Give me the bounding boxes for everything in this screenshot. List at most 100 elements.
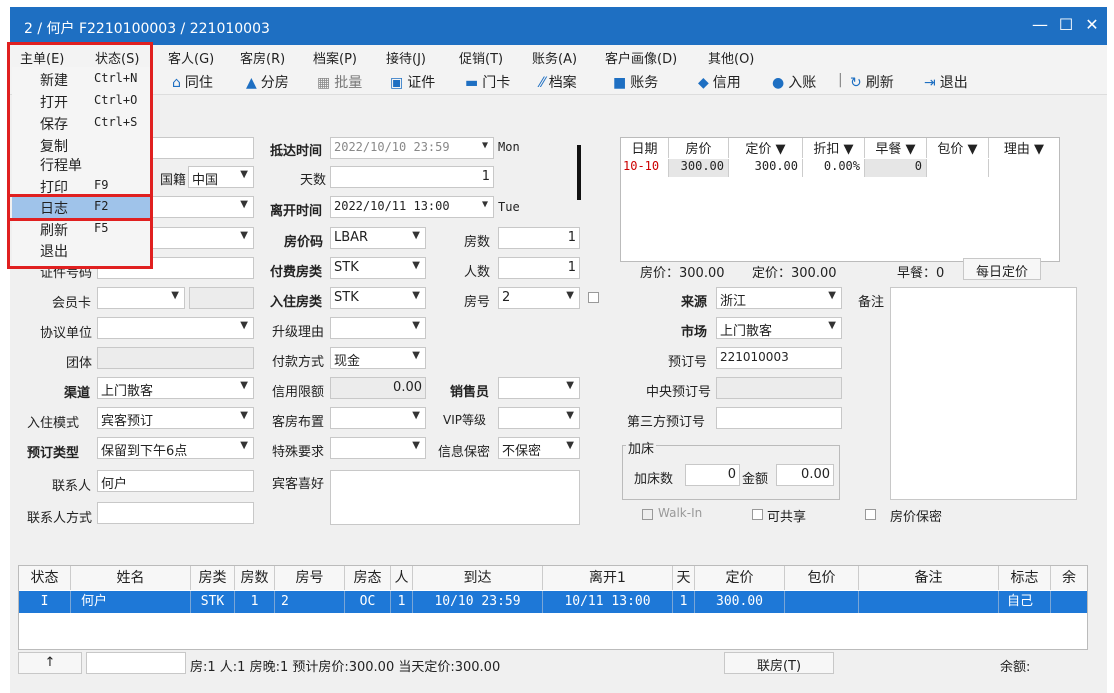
grid-cell-status[interactable]: I (19, 591, 71, 613)
grid-header-persons[interactable]: 人 (391, 566, 413, 590)
refresh-button[interactable]: ↻ 刷新 (850, 72, 894, 92)
grid-header-fixed[interactable]: 定价 (695, 566, 785, 590)
rate-header-fixed[interactable]: 定价 ▼ (729, 138, 803, 158)
rate-secret-checkbox[interactable] (865, 509, 876, 520)
daily-rate-button[interactable]: 每日定价 (963, 258, 1041, 280)
grid-header-rooms[interactable]: 房数 (235, 566, 275, 590)
resv-type-select[interactable]: 保留到下午6点 ▼ (97, 437, 254, 459)
grid-header-days[interactable]: 天 (673, 566, 695, 590)
menu-reception[interactable]: 接待(J) (386, 48, 426, 67)
rate-cell-breakfast[interactable]: 0 (865, 159, 927, 177)
grid-header-name[interactable]: 姓名 (71, 566, 191, 590)
cohabit-button[interactable]: ⌂ 同住 (172, 72, 213, 92)
contact-input[interactable]: 何户 (97, 470, 254, 492)
market-select[interactable]: 上门散客 ▼ (716, 317, 842, 339)
grid-header-room-state[interactable]: 房态 (345, 566, 391, 590)
rate-header-reason[interactable]: 理由 ▼ (989, 138, 1059, 158)
status-input[interactable] (86, 652, 186, 674)
contact-method-input[interactable] (97, 502, 254, 524)
preference-textarea[interactable] (330, 470, 580, 525)
grid-cell-rooms[interactable]: 1 (235, 591, 275, 613)
grid-header-flag[interactable]: 标志 (999, 566, 1051, 590)
grid-cell-remark[interactable] (859, 591, 999, 613)
sales-select[interactable]: ▼ (498, 377, 580, 399)
remark-textarea[interactable] (890, 287, 1077, 500)
pay-room-select[interactable]: STK ▼ (330, 257, 426, 279)
grid-header-departure[interactable]: 离开1 (543, 566, 673, 590)
grid-header-status[interactable]: 状态 (19, 566, 71, 590)
rooms-input[interactable]: 1 (498, 227, 580, 249)
third-input[interactable] (716, 407, 842, 429)
privacy-select[interactable]: 不保密 ▼ (498, 437, 580, 459)
vip-select[interactable]: ▼ (498, 407, 580, 429)
menu-room[interactable]: 客房(R) (240, 48, 285, 67)
rate-header-package[interactable]: 包价 ▼ (927, 138, 989, 158)
grid-header-room-type[interactable]: 房类 (191, 566, 235, 590)
grid-cell-arrival[interactable]: 10/10 23:59 (413, 591, 543, 613)
stay-room-select[interactable]: STK ▼ (330, 287, 426, 309)
rate-cell-date[interactable]: 10-10 (621, 159, 669, 177)
shareable-checkbox[interactable] (752, 509, 763, 520)
batch-button[interactable]: ▦ 批量 (317, 72, 362, 92)
profile-button[interactable]: ⁄⁄ 档案 (540, 72, 577, 92)
rate-header-rate[interactable]: 房价 (669, 138, 729, 158)
departure-input[interactable]: 2022/10/11 13:00 ▼ (330, 196, 494, 218)
nationality-select[interactable]: 中国 ▼ (188, 166, 254, 188)
grid-cell-flag[interactable]: 自己 (999, 591, 1051, 613)
grid-cell-room-no[interactable]: 2 (275, 591, 345, 613)
grid-cell-persons[interactable]: 1 (391, 591, 413, 613)
grid-cell-package[interactable] (785, 591, 859, 613)
menu-other[interactable]: 其他(O) (708, 48, 754, 67)
grid-header-remark[interactable]: 备注 (859, 566, 999, 590)
menu-profile[interactable]: 档案(P) (313, 48, 357, 67)
grid-header-balance[interactable]: 余 (1051, 566, 1087, 590)
arrival-input[interactable]: 2022/10/10 23:59 ▼ (330, 137, 494, 159)
source-select[interactable]: 浙江 ▼ (716, 287, 842, 309)
menu-guest[interactable]: 客人(G) (168, 48, 214, 67)
grid-header-room-no[interactable]: 房号 (275, 566, 345, 590)
room-card-button[interactable]: ▬ 门卡 (465, 72, 510, 92)
rate-cell-reason[interactable] (989, 159, 1059, 177)
credit-button[interactable]: ◆ 信用 (698, 72, 741, 92)
rate-header-date[interactable]: 日期 (621, 138, 669, 158)
rate-cell-package[interactable] (927, 159, 989, 177)
amount-input[interactable]: 0.00 (776, 464, 834, 486)
rate-header-discount[interactable]: 折扣 ▼ (803, 138, 865, 158)
room-no-select[interactable]: 2 ▼ (498, 287, 580, 309)
rate-header-breakfast[interactable]: 早餐 ▼ (865, 138, 927, 158)
special-select[interactable]: ▼ (330, 437, 426, 459)
menu-portrait[interactable]: 客户画像(D) (605, 48, 677, 67)
upgrade-select[interactable]: ▼ (330, 317, 426, 339)
layout-select[interactable]: ▼ (330, 407, 426, 429)
member-card-select[interactable]: ▼ (97, 287, 185, 309)
account-button[interactable]: ■ 账务 (613, 72, 658, 92)
split-room-button[interactable]: ▲ 分房 (246, 72, 289, 92)
grid-cell-balance[interactable] (1051, 591, 1087, 613)
menu-account[interactable]: 账务(A) (532, 48, 577, 67)
extra-bed-input[interactable]: 0 (685, 464, 740, 486)
pay-method-select[interactable]: 现金 ▼ (330, 347, 426, 369)
minimize-icon[interactable]: — (1030, 15, 1050, 34)
channel-select[interactable]: 上门散客 ▼ (97, 377, 254, 399)
rate-cell-fixed[interactable]: 300.00 (729, 159, 803, 177)
close-icon[interactable]: ✕ (1082, 15, 1102, 34)
link-room-button[interactable]: 联房(T) (724, 652, 834, 674)
grid-cell-room-state[interactable]: OC (345, 591, 391, 613)
exit-button[interactable]: ⇥ 退出 (924, 72, 968, 92)
days-input[interactable]: 1 (330, 166, 494, 188)
maximize-icon[interactable]: ☐ (1056, 15, 1076, 34)
grid-cell-days[interactable]: 1 (673, 591, 695, 613)
room-lock-checkbox[interactable] (588, 292, 599, 303)
rate-code-select[interactable]: LBAR ▼ (330, 227, 426, 249)
agreement-select[interactable]: ▼ (97, 317, 254, 339)
grid-cell-fixed[interactable]: 300.00 (695, 591, 785, 613)
up-arrow-button[interactable]: ↑ (18, 652, 82, 674)
grid-cell-name[interactable]: 何户 (71, 591, 191, 613)
certificate-button[interactable]: ▣ 证件 (390, 72, 435, 92)
grid-cell-room-type[interactable]: STK (191, 591, 235, 613)
rate-cell-rate[interactable]: 300.00 (669, 159, 729, 177)
checkin-mode-select[interactable]: 宾客预订 ▼ (97, 407, 254, 429)
menu-promo[interactable]: 促销(T) (459, 48, 503, 67)
persons-input[interactable]: 1 (498, 257, 580, 279)
rate-cell-discount[interactable]: 0.00% (803, 159, 865, 177)
